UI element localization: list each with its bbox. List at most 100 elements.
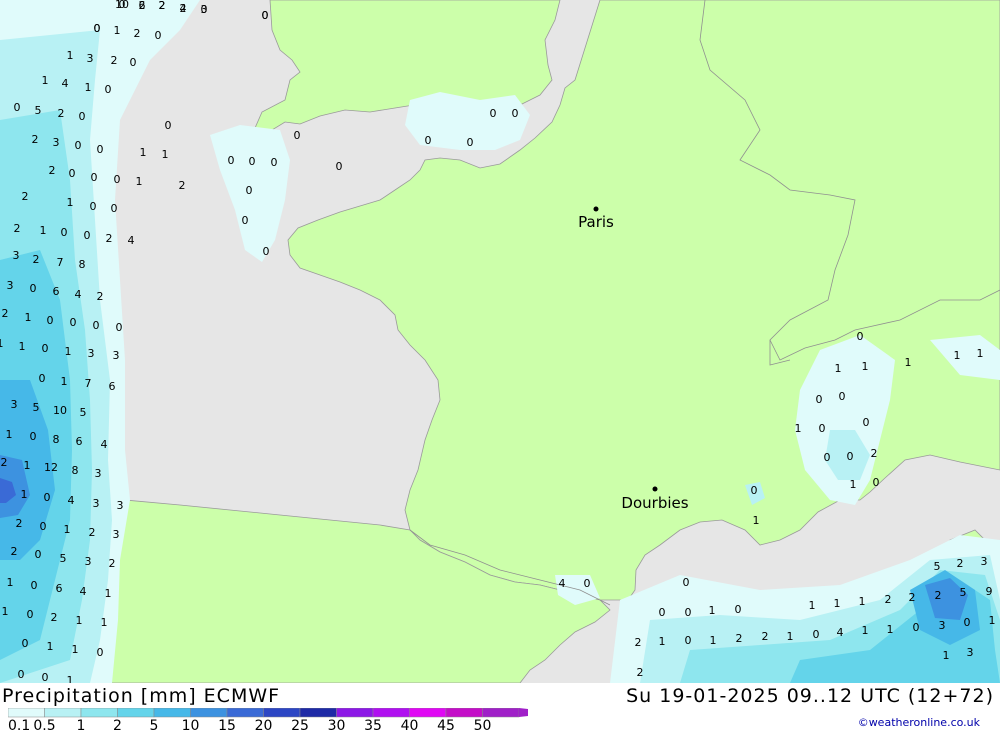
legend-swatch (299, 708, 337, 718)
precip-value: 2 (2, 307, 9, 320)
precip-value: 4 (62, 77, 69, 90)
precip-value: 0 (490, 107, 497, 120)
precip-value: 0 (228, 154, 235, 167)
precip-value: 2 (22, 190, 29, 203)
precip-value: 2 (16, 517, 23, 530)
precip-value: 1 (2, 605, 9, 618)
precip-value: 10 (53, 404, 67, 417)
precip-value: 0 (857, 330, 864, 343)
precip-value: 1 (850, 478, 857, 491)
precip-value: 0 (262, 9, 269, 22)
precip-value: 0 (105, 83, 112, 96)
precip-value: 0 (91, 171, 98, 184)
precip-value: 0 (242, 214, 249, 227)
precip-value: 0 (31, 579, 38, 592)
precip-value: 0 (425, 134, 432, 147)
precip-value: 1 (47, 640, 54, 653)
precip-value: 1 (6, 428, 13, 441)
precip-value: 0 (263, 245, 270, 258)
precip-value: 2 (14, 222, 21, 235)
precip-value: 0 (114, 173, 121, 186)
precip-value: 1 (162, 148, 169, 161)
precip-value: 2 (134, 27, 141, 40)
legend-label: 15 (218, 718, 236, 732)
precipitation-map: Paris Dourbies 0222000120132014100520230… (0, 0, 1000, 687)
legend-label: 35 (364, 718, 382, 732)
precip-value: 7 (57, 256, 64, 269)
precip-value: 1 (887, 623, 894, 636)
precip-value: 3 (981, 555, 988, 568)
precip-value: 1 (977, 347, 984, 360)
precip-value: 0 (964, 616, 971, 629)
precip-value: 0 (40, 520, 47, 533)
city-label: Paris (578, 213, 614, 231)
precip-value: 3 (117, 499, 124, 512)
precip-value: 0 (685, 606, 692, 619)
precip-value: 1 (67, 674, 74, 683)
precip-value: 2 (159, 0, 166, 12)
legend-label: 5 (150, 718, 159, 732)
precip-value: 2 (11, 545, 18, 558)
precip-value: 2 (935, 589, 942, 602)
precip-value: 3 (93, 497, 100, 510)
precip-value: 5 (33, 401, 40, 414)
precip-value: 1 (859, 595, 866, 608)
precip-value: 0 (70, 316, 77, 329)
precip-value: 1 (709, 604, 716, 617)
precip-value: 4 (101, 438, 108, 451)
credit-link[interactable]: ©weatheronline.co.uk (858, 716, 980, 729)
legend-swatch (80, 708, 118, 718)
precip-value: 0 (35, 548, 42, 561)
precip-value: 2 (89, 526, 96, 539)
precip-value: 2 (637, 666, 644, 679)
precip-value: 4 (75, 288, 82, 301)
precip-value: 2 (909, 591, 916, 604)
precip-value: 1 (943, 649, 950, 662)
precip-value: 1 (76, 614, 83, 627)
precip-value: 3 (85, 555, 92, 568)
precip-value: 0 (584, 577, 591, 590)
precip-value: 0 (512, 107, 519, 120)
precip-value: 4 (80, 585, 87, 598)
precip-value: 0 (22, 637, 29, 650)
map-datetime: Su 19-01-2025 09..12 UTC (12+72) (626, 685, 994, 707)
legend-swatch (117, 708, 155, 718)
precip-value: 0 (246, 184, 253, 197)
precip-value: 1 (136, 175, 143, 188)
footer: Precipitation [mm] ECMWF Su 19-01-2025 0… (0, 683, 1000, 733)
precip-value: 0 (863, 416, 870, 429)
legend-label: 45 (437, 718, 455, 732)
legend-swatch (445, 708, 483, 718)
city-marker (593, 206, 599, 212)
precip-value: 6 (76, 435, 83, 448)
precip-value: 9 (986, 585, 993, 598)
precip-value: 0 (873, 476, 880, 489)
precip-value: 1 (24, 459, 31, 472)
precip-value: 2 (736, 632, 743, 645)
precip-value: 1 (114, 24, 121, 37)
precip-value: 0 (824, 451, 831, 464)
legend-label: 25 (291, 718, 309, 732)
precip-value: 3 (939, 619, 946, 632)
precip-value: 0 (14, 101, 21, 114)
legend-swatch (409, 708, 447, 718)
precip-value: 2 (49, 164, 56, 177)
precip-value: 0 (839, 390, 846, 403)
precip-value: 0 (42, 671, 49, 683)
legend-swatch (44, 708, 82, 718)
precip-value: 2 (51, 611, 58, 624)
precip-value: 0 (84, 229, 91, 242)
legend-swatch (372, 708, 410, 718)
precip-value: 0 (336, 160, 343, 173)
precip-value: 0 (27, 608, 34, 621)
legend-swatch (482, 708, 520, 718)
precip-value: 12 (44, 461, 58, 474)
precip-value: 1 (72, 643, 79, 656)
precip-value: 0 (61, 226, 68, 239)
precip-value: 2 (179, 179, 186, 192)
precip-value: 1 (42, 74, 49, 87)
precip-value: 3 (53, 136, 60, 149)
precip-value: 0 (97, 646, 104, 659)
precip-value: 8 (72, 464, 79, 477)
precip-value: 1 (834, 597, 841, 610)
